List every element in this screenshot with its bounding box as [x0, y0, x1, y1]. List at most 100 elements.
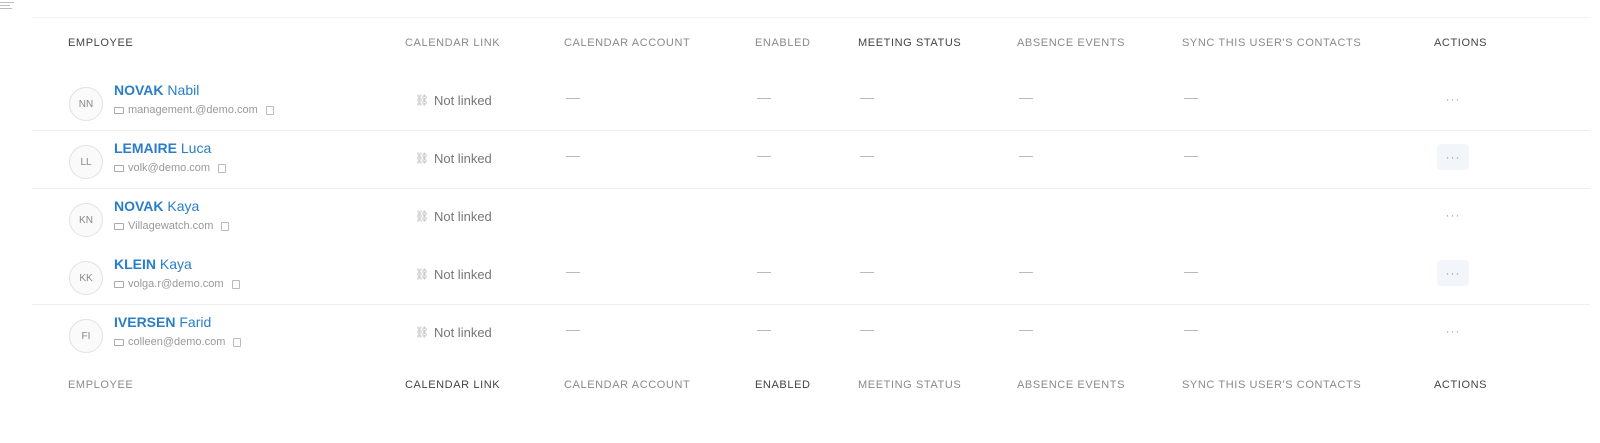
sync-contacts-empty: [1184, 272, 1198, 273]
employee-email: colleen@demo.com: [114, 336, 242, 348]
employee-last-name: LEMAIRE: [114, 140, 177, 156]
unlink-icon: ⛓: [415, 153, 429, 165]
email-text: volga.r@demo.com: [128, 278, 224, 290]
footer-meeting-status: Meeting status: [858, 379, 962, 391]
copy-icon[interactable]: [265, 105, 274, 115]
calendar-link-status: ⛓ Not linked: [415, 151, 492, 166]
avatar: LL: [69, 145, 103, 179]
absence-events-empty: [1019, 156, 1033, 157]
calendar-link-text: Not linked: [433, 267, 492, 282]
mail-icon: [114, 106, 124, 114]
employee-email: volk@demo.com: [114, 162, 227, 174]
employee-email: Villagewatch.com: [114, 220, 230, 232]
calendar-link-text: Not linked: [433, 209, 492, 224]
unlink-icon: ⛓: [415, 269, 429, 281]
avatar: FI: [69, 319, 103, 353]
column-header-calendar-account[interactable]: Calendar account: [564, 37, 690, 49]
calendar-account-empty: [566, 330, 580, 331]
menu-icon[interactable]: [0, 0, 16, 14]
employee-name-link[interactable]: KLEIN Kaya: [114, 256, 192, 272]
email-text: Villagewatch.com: [128, 220, 214, 232]
email-text: colleen@demo.com: [128, 336, 226, 348]
calendar-link-status: ⛓ Not linked: [415, 325, 492, 340]
mail-icon: [114, 280, 124, 288]
calendar-account-empty: [566, 156, 580, 157]
calendar-link-status: ⛓ Not linked: [415, 93, 492, 108]
employee-last-name: NOVAK: [114, 82, 164, 98]
enabled-empty: [757, 272, 771, 273]
email-text: management.@demo.com: [128, 104, 258, 116]
more-actions-button[interactable]: ···: [1437, 144, 1469, 170]
unlink-icon: ⛓: [415, 211, 429, 223]
enabled-empty: [757, 330, 771, 331]
calendar-link-text: Not linked: [433, 325, 492, 340]
table-row[interactable]: KK KLEIN Kaya volga.r@demo.com ⛓ Not link…: [32, 247, 1590, 305]
table-row[interactable]: LL LEMAIRE Luca volk@demo.com ⛓ Not linke…: [32, 131, 1590, 189]
column-header-calendar-link[interactable]: Calendar link: [405, 37, 500, 49]
column-header-sync-contacts[interactable]: Sync this user's contacts: [1182, 37, 1361, 49]
sync-contacts-empty: [1184, 156, 1198, 157]
employee-name-link[interactable]: IVERSEN Farid: [114, 314, 211, 330]
employee-name-link[interactable]: NOVAK Kaya: [114, 198, 199, 214]
copy-icon[interactable]: [218, 163, 227, 173]
calendar-account-empty: [566, 98, 580, 99]
calendar-link-text: Not linked: [433, 93, 492, 108]
employee-first-name: Farid: [179, 314, 212, 330]
footer-sync-contacts: Sync this user's contacts: [1182, 379, 1362, 391]
column-header-employee[interactable]: Employee: [68, 37, 133, 49]
more-actions-button[interactable]: ···: [1437, 318, 1469, 344]
sync-contacts-empty: [1184, 330, 1198, 331]
column-header-meeting-status[interactable]: Meeting status: [858, 37, 961, 49]
more-actions-button[interactable]: ···: [1437, 86, 1469, 112]
calendar-account-empty: [566, 272, 580, 273]
employee-email: management.@demo.com: [114, 104, 274, 116]
footer-enabled: Enabled: [755, 379, 811, 391]
meeting-status-empty: [860, 98, 874, 99]
enabled-empty: [757, 156, 771, 157]
employee-first-name: Luca: [180, 140, 212, 156]
mail-icon: [114, 338, 124, 346]
meeting-status-empty: [860, 330, 874, 331]
calendar-link-status: ⛓ Not linked: [415, 267, 492, 282]
enabled-empty: [757, 98, 771, 99]
footer-employee: Employee: [68, 379, 134, 391]
calendar-link-status: ⛓ Not linked: [415, 209, 492, 224]
email-text: volk@demo.com: [128, 162, 211, 174]
more-actions-button[interactable]: ···: [1437, 260, 1469, 286]
employee-calendar-table: Employee Calendar link Calendar account …: [32, 17, 1590, 417]
meeting-status-empty: [860, 156, 874, 157]
copy-icon[interactable]: [231, 279, 240, 289]
column-header-enabled[interactable]: Enabled: [755, 37, 811, 49]
divider: [32, 17, 1590, 18]
employee-email: volga.r@demo.com: [114, 278, 240, 290]
column-header-absence-events[interactable]: Absence events: [1017, 37, 1125, 49]
unlink-icon: ⛓: [415, 95, 429, 107]
table-row[interactable]: FI IVERSEN Farid colleen@demo.com ⛓ Not l…: [32, 305, 1590, 363]
footer-absence-events: Absence events: [1017, 379, 1126, 391]
table-header: Employee Calendar link Calendar account …: [32, 37, 1590, 55]
table-row[interactable]: KN NOVAK Kaya Villagewatch.com ⛓ Not link…: [32, 189, 1590, 247]
employee-last-name: IVERSEN: [114, 314, 176, 330]
calendar-link-text: Not linked: [433, 151, 492, 166]
table-row[interactable]: NN NOVAK Nabil management.@demo.com ⛓ Not…: [32, 73, 1590, 131]
footer-actions: Actions: [1434, 379, 1488, 391]
footer-calendar-account: Calendar account: [564, 379, 691, 391]
copy-icon[interactable]: [233, 337, 242, 347]
avatar: NN: [69, 87, 103, 121]
mail-icon: [114, 222, 124, 230]
employee-first-name: Kaya: [167, 198, 200, 214]
column-header-actions: Actions: [1434, 37, 1488, 49]
mail-icon: [114, 164, 124, 172]
copy-icon[interactable]: [221, 221, 230, 231]
absence-events-empty: [1019, 272, 1033, 273]
more-actions-button[interactable]: ···: [1437, 202, 1469, 228]
employee-name-link[interactable]: NOVAK Nabil: [114, 82, 199, 98]
employee-name-link[interactable]: LEMAIRE Luca: [114, 140, 211, 156]
employee-first-name: Kaya: [159, 256, 192, 272]
meeting-status-empty: [860, 272, 874, 273]
footer-calendar-link: Calendar link: [405, 379, 501, 391]
employee-first-name: Nabil: [167, 82, 200, 98]
employee-last-name: NOVAK: [114, 198, 164, 214]
avatar: KK: [69, 261, 103, 295]
absence-events-empty: [1019, 330, 1033, 331]
